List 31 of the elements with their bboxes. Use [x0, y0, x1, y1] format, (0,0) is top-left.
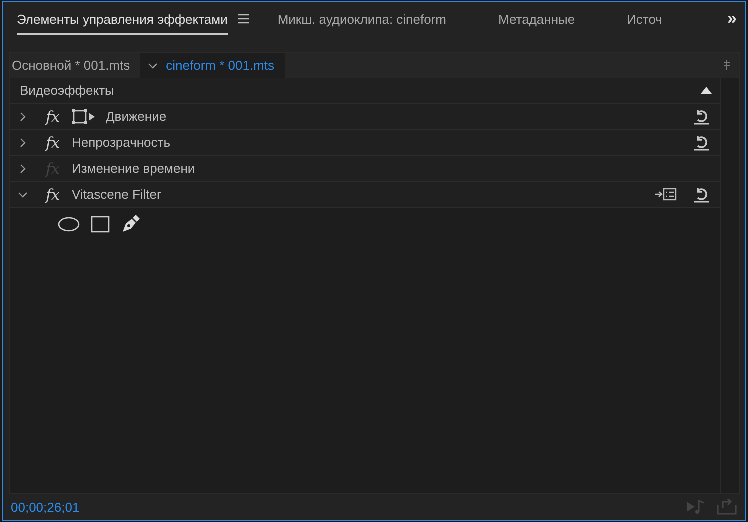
section-title: Видеоэффекты	[20, 83, 114, 98]
collapse-icon[interactable]	[701, 87, 712, 94]
panel-tab[interactable]: Метаданные	[498, 4, 576, 34]
rectangle-mask-icon[interactable]	[91, 216, 110, 232]
effect-name: Движение	[106, 109, 168, 124]
fx-toggle-icon[interactable]: fx	[46, 186, 62, 204]
fx-toggle-icon[interactable]: fx	[46, 134, 62, 152]
reset-icon[interactable]	[693, 108, 710, 124]
overflow-button[interactable]: »	[726, 9, 739, 29]
menu-icon[interactable]	[238, 14, 249, 24]
panel-tab[interactable]: Элементы управления эффектами	[17, 4, 228, 34]
reset-icon[interactable]	[693, 134, 710, 150]
effect-name: Изменение времени	[72, 161, 196, 176]
chevron-icon[interactable]	[18, 138, 28, 148]
grip-icon[interactable]	[723, 60, 731, 70]
reset-icon[interactable]	[693, 186, 710, 202]
chevron-icon[interactable]	[148, 60, 158, 70]
effect-name: Непрозрачность	[72, 135, 172, 150]
pen-icon[interactable]	[121, 214, 141, 234]
fx-toggle-icon[interactable]: fx	[46, 108, 62, 126]
preset-list-icon[interactable]	[655, 188, 677, 201]
ellipse-mask-icon[interactable]	[58, 216, 80, 232]
transform-icon[interactable]	[72, 108, 96, 124]
chevron-icon[interactable]	[18, 190, 28, 200]
chevron-icon[interactable]	[18, 164, 28, 174]
panel-tab[interactable]: Источ	[627, 4, 726, 34]
panel-tab[interactable]: Микш. аудиоклипа: cineform	[278, 4, 447, 34]
timecode: 00;00;26;01	[11, 500, 81, 514]
effect-name: Vitascene Filter	[72, 187, 162, 202]
clip-tab[interactable]: Основной * 001.mts	[12, 58, 130, 73]
chevron-icon[interactable]	[18, 112, 28, 122]
